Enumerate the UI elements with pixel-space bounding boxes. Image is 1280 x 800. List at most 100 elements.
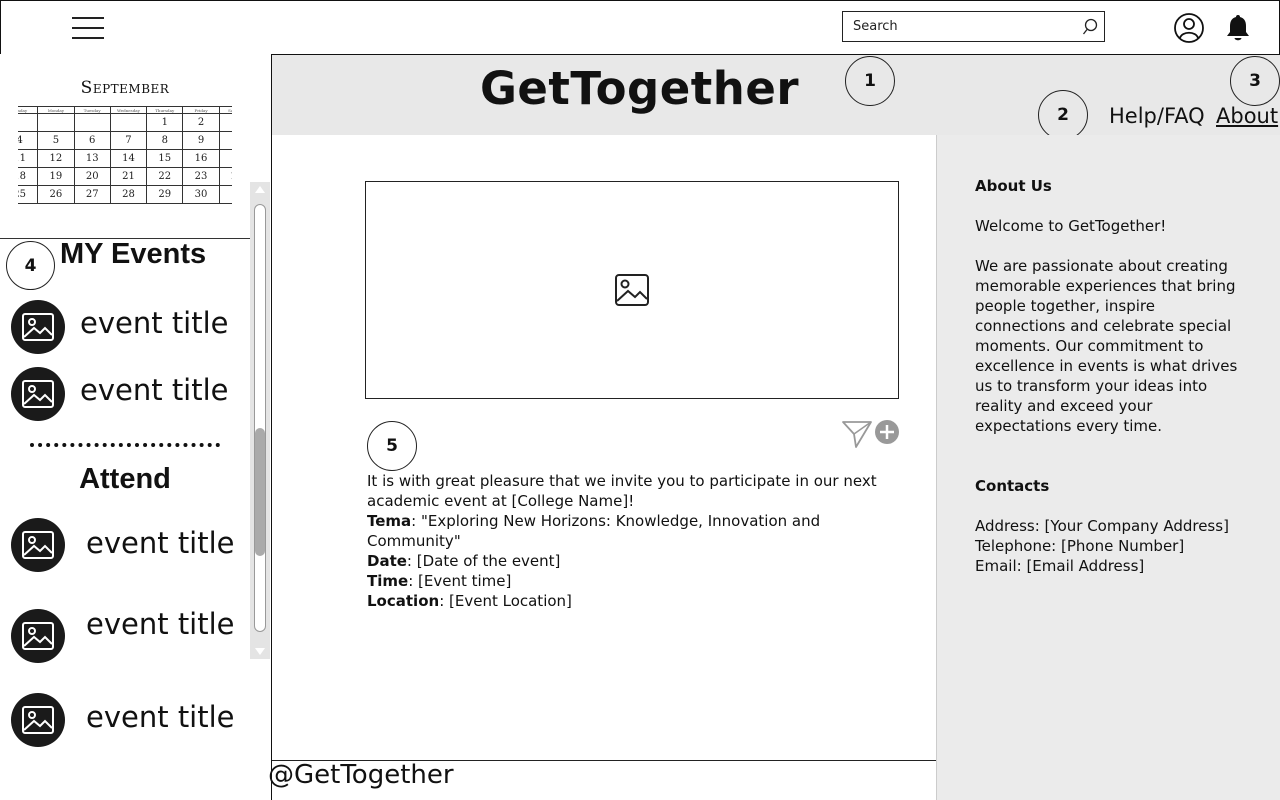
theme-value: : "Exploring New Horizons: Knowledge, In… [367,512,821,550]
bell-icon[interactable] [1222,12,1254,44]
event-title[interactable]: event title [80,373,229,407]
help-faq-link[interactable]: Help/FAQ [1109,104,1205,128]
calendar-day[interactable]: 17 [218,149,232,168]
calendar-day[interactable]: 6 [73,131,111,150]
calendar-day[interactable]: 5 [37,131,75,150]
image-icon [11,367,65,421]
image-icon [11,609,65,663]
calendar-weekdays: SundayMondayTuesdayWednesdayThursdayFrid… [18,106,232,114]
calendar-day[interactable]: 29 [146,185,184,204]
calendar-day[interactable]: 25 [18,185,39,204]
calendar-day[interactable]: 4 [18,131,39,150]
calendar-week: 18192021222324 [18,167,232,186]
image-icon [11,300,65,354]
contact-email: Email: [Email Address] [975,557,1145,575]
event-title[interactable]: event title [86,526,235,560]
calendar-weekday: Tuesday [73,106,111,114]
event-description: It is with great pleasure that we invite… [367,471,907,611]
calendar-day[interactable]: 26 [37,185,75,204]
event-title[interactable]: event title [80,306,229,340]
calendar-day[interactable]: 13 [73,149,111,168]
annotation-badge-1: 1 [845,56,895,106]
time-value: : [Event time] [408,572,512,590]
event-location: Location: [Event Location] [367,591,907,611]
scroll-down-arrow[interactable] [255,648,265,655]
about-welcome: Welcome to GetTogether! [975,217,1167,235]
location-value: : [Event Location] [439,592,572,610]
calendar-day[interactable]: 9 [182,131,220,150]
dotted-divider [30,443,220,447]
calendar-week: 252627282930 [18,185,232,204]
calendar-weekday: Sunday [18,106,39,114]
search-input[interactable] [851,18,1075,35]
calendar-weekday: Wednesday [109,106,148,114]
calendar-day[interactable]: 20 [73,167,111,186]
brand-title: GetTogether [479,62,800,115]
calendar-day[interactable]: 3 [218,113,232,132]
calendar-week: 11121314151617 [18,149,232,168]
calendar-weekday: Thursday [146,106,184,114]
event-title[interactable]: event title [86,700,235,734]
calendar-day[interactable]: 21 [109,167,148,186]
list-item[interactable] [11,609,65,663]
calendar-weekday: Monday [37,106,75,114]
calendar-day[interactable]: 30 [182,185,220,204]
time-label: Time [367,572,409,590]
calendar-day[interactable]: 16 [182,149,220,168]
list-item[interactable] [11,518,65,572]
menu-icon[interactable] [72,17,104,39]
calendar-day [109,113,148,132]
date-label: Date [367,552,407,570]
about-link[interactable]: About [1216,104,1278,128]
left-sidebar: September SundayMondayTuesdayWednesdayTh… [0,54,272,800]
image-icon [11,693,65,747]
scroll-up-arrow[interactable] [255,186,265,193]
calendar-week: 123 [18,113,232,132]
search-box[interactable] [842,11,1105,42]
calendar-day[interactable]: 1 [146,113,184,132]
about-heading: About Us [975,177,1052,195]
calendar-day[interactable]: 15 [146,149,184,168]
list-item[interactable] [11,367,65,421]
calendar-day[interactable]: 2 [182,113,220,132]
calendar-day[interactable]: 22 [146,167,184,186]
date-value: : [Date of the event] [406,552,561,570]
calendar-day[interactable]: 7 [109,131,148,150]
image-placeholder-icon [615,274,649,306]
add-icon[interactable] [875,420,899,444]
event-title[interactable]: event title [86,607,235,641]
calendar-day [73,113,111,132]
calendar: SundayMondayTuesdayWednesdayThursdayFrid… [18,106,232,211]
calendar-day[interactable]: 24 [218,167,232,186]
calendar-day[interactable]: 14 [109,149,148,168]
calendar-day[interactable]: 27 [73,185,111,204]
calendar-day [218,185,232,204]
calendar-weekday: Saturday [218,106,232,114]
scrollbar[interactable] [250,182,270,659]
calendar-day[interactable]: 19 [37,167,75,186]
calendar-day[interactable]: 18 [18,167,39,186]
event-theme: Tema: "Exploring New Horizons: Knowledge… [367,511,907,551]
calendar-month: September [80,78,170,98]
calendar-day[interactable]: 8 [146,131,184,150]
calendar-day[interactable]: 11 [18,149,39,168]
user-icon[interactable] [1173,12,1205,44]
scroll-thumb[interactable] [255,428,265,556]
calendar-weekday: Friday [182,106,220,114]
list-item[interactable] [11,300,65,354]
search-icon[interactable] [1082,18,1098,36]
calendar-day[interactable]: 10 [218,131,232,150]
my-events-heading: MY Events [60,238,207,270]
list-item[interactable] [11,693,65,747]
calendar-day[interactable]: 28 [109,185,148,204]
calendar-day [18,113,39,132]
calendar-day[interactable]: 12 [37,149,75,168]
scroll-track[interactable] [254,204,266,632]
annotation-badge-2: 2 [1038,90,1088,140]
send-icon[interactable] [841,419,873,449]
calendar-week: 45678910 [18,131,232,150]
contacts-heading: Contacts [975,477,1050,495]
annotation-badge-4: 4 [6,241,55,290]
calendar-day[interactable]: 23 [182,167,220,186]
contact-telephone: Telephone: [Phone Number] [975,537,1185,555]
